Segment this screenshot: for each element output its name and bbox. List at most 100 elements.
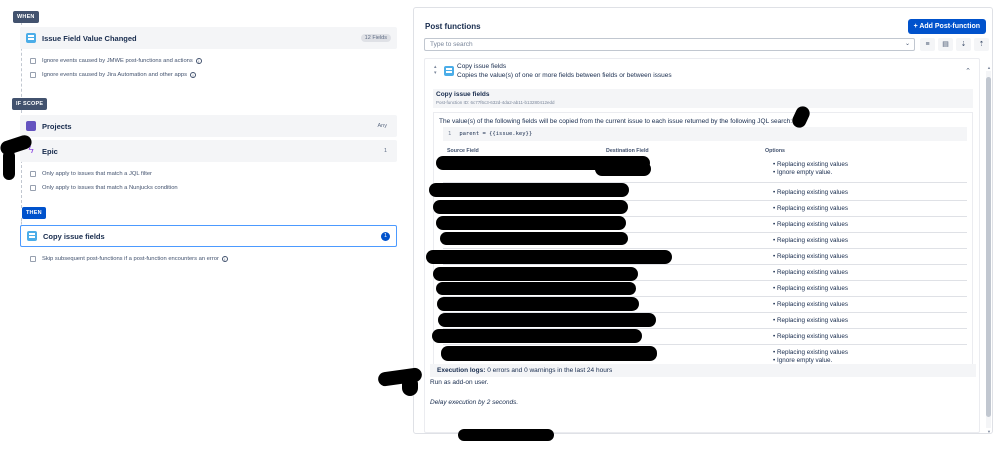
scope-epic[interactable]: ϟ Epic 1 <box>20 140 397 162</box>
redaction-mark <box>429 183 629 197</box>
redaction-mark <box>440 232 628 245</box>
projects-icon <box>26 121 36 131</box>
execution-logs[interactable]: Execution logs: 0 errors and 0 warnings … <box>430 364 976 377</box>
option-item: Replacing existing values <box>773 301 848 309</box>
ignore-jmwe-checkbox[interactable] <box>30 58 36 64</box>
expand-all-icon[interactable]: ⇣ <box>956 38 971 51</box>
scroll-down-icon[interactable]: ▼ <box>987 429 991 433</box>
collapse-all-icon[interactable]: ⇡ <box>974 38 989 51</box>
panel-title: Post functions <box>425 22 481 31</box>
then-label: THEN <box>22 207 46 219</box>
code-line-number: 1 <box>448 131 452 137</box>
search-placeholder: Type to search <box>430 41 473 48</box>
workflow-builder: WHEN Issue Field Value Changed 12 Fields… <box>0 0 410 449</box>
row-options: Replacing existing values Ignore empty v… <box>773 161 848 177</box>
scope-projects-title: Projects <box>42 121 72 131</box>
jql-filter-checkbox[interactable] <box>30 171 36 177</box>
redaction-mark <box>438 313 656 327</box>
search-input[interactable]: Type to search ⌄ <box>424 38 915 51</box>
action-title: Copy issue fields <box>43 231 105 241</box>
skip-subsequent-checkbox[interactable] <box>30 256 36 262</box>
execution-logs-summary: 0 errors and 0 warnings in the last 24 h… <box>485 367 613 374</box>
option-item: Replacing existing values <box>773 221 848 229</box>
redaction-mark <box>441 346 657 361</box>
redaction-mark <box>402 376 418 396</box>
redaction-mark <box>426 250 672 264</box>
col-source-field: Source Field <box>447 148 479 154</box>
add-post-function-button[interactable]: + Add Post-function <box>907 19 986 34</box>
when-label: WHEN <box>13 11 39 23</box>
if-scope-label: IF SCOPE <box>12 98 48 110</box>
action-copy-issue-fields[interactable]: Copy issue fields 1 <box>20 225 397 247</box>
card-description: Copies the value(s) of one or more field… <box>457 72 672 79</box>
nunjucks-condition-checkbox[interactable] <box>30 185 36 191</box>
scope-projects-badge: Any <box>377 123 387 129</box>
chevron-down-icon[interactable]: ⌄ <box>905 39 910 50</box>
fields-table-header: Source Field Destination Field Options <box>443 148 967 155</box>
scroll-up-icon[interactable]: ▲ <box>987 65 991 70</box>
nunjucks-condition-label: Only apply to issues that match a Nunjuc… <box>42 185 178 191</box>
option-item: Replacing existing values <box>773 333 848 341</box>
copy-description: The value(s) of the following fields wil… <box>439 118 793 125</box>
jql-filter-option[interactable]: Only apply to issues that match a JQL fi… <box>30 171 152 177</box>
redaction-mark <box>436 282 636 295</box>
chevron-up-icon[interactable]: ⌃ <box>965 67 971 75</box>
card-header[interactable]: ▴ ▾ Copy issue fields Copies the value(s)… <box>425 59 979 87</box>
issue-icon <box>27 231 37 241</box>
redaction-mark <box>432 329 642 343</box>
post-function-id: Post-function ID: 6c77f6c3-632d-4da2-ab1… <box>436 100 555 105</box>
jql-code: parent = {{issue.key}} <box>459 131 533 137</box>
redaction-mark <box>437 297 639 311</box>
trigger-title: Issue Field Value Changed <box>42 33 137 43</box>
scope-epic-badge: 1 <box>383 148 387 154</box>
document-icon[interactable]: ▤ <box>938 38 953 51</box>
ignore-automation-checkbox[interactable] <box>30 72 36 78</box>
action-count-badge: 1 <box>381 231 390 241</box>
scope-projects[interactable]: Projects Any <box>20 115 397 137</box>
card-subheader: Copy issue fields Post-function ID: 6c77… <box>433 89 973 108</box>
scrollbar[interactable] <box>986 71 991 428</box>
reorder-arrows-icon[interactable]: ▴ ▾ <box>434 64 437 76</box>
card-name: Copy issue fields <box>457 63 507 70</box>
col-destination-field: Destination Field <box>606 148 649 154</box>
ignore-automation-option[interactable]: Ignore events caused by Jira Automation … <box>30 72 197 78</box>
delay-text: Delay execution by 2 seconds. <box>430 399 519 406</box>
option-item: Replacing existing values <box>773 237 848 245</box>
card-sub-title: Copy issue fields <box>436 91 490 98</box>
issue-icon <box>26 33 36 43</box>
trigger-fields-badge: 12 Fields <box>360 34 391 42</box>
redaction-mark <box>3 150 15 180</box>
redaction-mark <box>595 162 651 176</box>
option-item: Replacing existing values <box>773 349 848 357</box>
option-item: Replacing existing values <box>773 205 848 213</box>
jql-filter-label: Only apply to issues that match a JQL fi… <box>42 171 152 177</box>
option-item: Replacing existing values <box>773 317 848 325</box>
execution-logs-label: Execution logs: <box>437 367 486 374</box>
skip-subsequent-label: Skip subsequent post-functions if a post… <box>42 256 219 262</box>
redaction-mark <box>436 216 626 230</box>
option-item: Replacing existing values <box>773 161 848 169</box>
option-item: Replacing existing values <box>773 285 848 293</box>
redaction-mark <box>458 429 554 441</box>
info-icon[interactable]: i <box>195 58 202 64</box>
option-item: Replacing existing values <box>773 253 848 261</box>
skip-subsequent-option[interactable]: Skip subsequent post-functions if a post… <box>30 256 228 262</box>
jql-code-block: 1 parent = {{issue.key}} <box>443 127 967 141</box>
option-item: Ignore empty value. <box>773 169 848 177</box>
info-icon[interactable]: i <box>190 72 197 78</box>
redaction-mark <box>433 200 628 214</box>
nunjucks-condition-option[interactable]: Only apply to issues that match a Nunjuc… <box>30 185 178 191</box>
redaction-mark <box>433 267 638 281</box>
col-options: Options <box>765 148 786 154</box>
info-icon[interactable]: i <box>221 256 228 262</box>
issue-icon <box>444 66 454 76</box>
ignore-jmwe-option[interactable]: Ignore events caused by JMWE post-functi… <box>30 58 202 64</box>
ignore-jmwe-label: Ignore events caused by JMWE post-functi… <box>42 58 193 64</box>
option-item: Replacing existing values <box>773 269 848 277</box>
ignore-automation-label: Ignore events caused by Jira Automation … <box>42 72 188 78</box>
trigger-issue-field-value-changed[interactable]: Issue Field Value Changed 12 Fields <box>20 27 397 49</box>
option-item: Replacing existing values <box>773 189 848 197</box>
filter-icon[interactable]: ≡ <box>920 38 935 51</box>
scrollbar-thumb[interactable] <box>986 77 991 417</box>
run-as-text: Run as add-on user. <box>430 379 489 386</box>
